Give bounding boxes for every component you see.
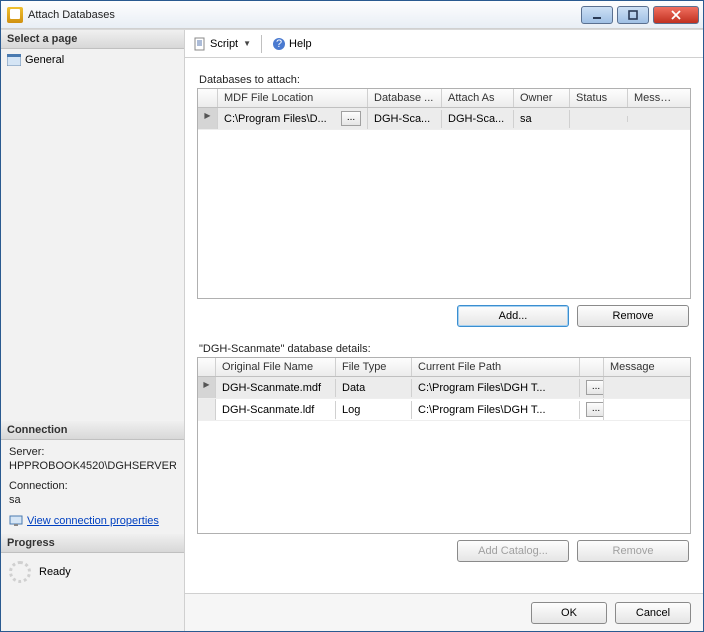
cell-dbname: DGH-Sca... <box>368 110 442 128</box>
ok-button[interactable]: OK <box>531 602 607 624</box>
left-panel: Select a page General Connection Server:… <box>1 30 185 631</box>
databases-to-attach-grid[interactable]: MDF File Location Database ... Attach As… <box>197 88 691 299</box>
browse-location-button[interactable]: ... <box>341 111 361 126</box>
table-row[interactable]: C:\Program Files\D... ... DGH-Sca... DGH… <box>198 108 690 130</box>
grid1-header-status[interactable]: Status <box>570 89 628 107</box>
progress-status: Ready <box>39 566 71 578</box>
svg-text:?: ? <box>276 38 282 50</box>
database-details-label: "DGH-Scanmate" database details: <box>199 343 691 355</box>
dialog-footer: OK Cancel <box>185 593 703 631</box>
grid1-header-owner[interactable]: Owner <box>514 89 570 107</box>
script-icon <box>193 37 207 51</box>
cell-attachas: DGH-Sca... <box>442 110 514 128</box>
table-row[interactable]: DGH-Scanmate.ldf Log C:\Program Files\DG… <box>198 399 690 421</box>
database-details-grid[interactable]: Original File Name File Type Current Fil… <box>197 357 691 534</box>
view-connection-properties-link[interactable]: View connection properties <box>27 515 159 527</box>
connection-label: Connection: <box>9 480 176 492</box>
add-database-button[interactable]: Add... <box>457 305 569 327</box>
progress-header: Progress <box>1 534 184 553</box>
table-row[interactable]: DGH-Scanmate.mdf Data C:\Program Files\D… <box>198 377 690 399</box>
cell-filepath: C:\Program Files\DGH T... <box>412 379 580 397</box>
server-label: Server: <box>9 446 176 458</box>
page-general[interactable]: General <box>7 53 178 67</box>
server-value: HPPROBOOK4520\DGHSERVER <box>9 460 176 472</box>
cell-filepath: C:\Program Files\DGH T... <box>412 401 580 419</box>
cell-owner: sa <box>514 110 570 128</box>
progress-spinner-icon <box>9 561 31 583</box>
row-selector[interactable] <box>198 377 216 398</box>
cancel-button[interactable]: Cancel <box>615 602 691 624</box>
connection-header: Connection <box>1 421 184 440</box>
grid2-header-btn <box>580 358 604 376</box>
select-page-header: Select a page <box>1 30 184 49</box>
cell-filename: DGH-Scanmate.ldf <box>216 401 336 419</box>
grid1-header-dbname[interactable]: Database ... <box>368 89 442 107</box>
help-icon: ? <box>272 37 286 51</box>
title-bar[interactable]: Attach Databases <box>1 1 703 29</box>
grid1-header-location[interactable]: MDF File Location <box>218 89 368 107</box>
cell-status <box>570 116 628 122</box>
grid2-header-name[interactable]: Original File Name <box>216 358 336 376</box>
app-icon <box>7 7 23 23</box>
close-button[interactable] <box>653 6 699 24</box>
attach-databases-window: Attach Databases Select a page General C… <box>0 0 704 632</box>
monitor-icon <box>9 514 23 528</box>
row-selector[interactable] <box>198 399 216 420</box>
maximize-button[interactable] <box>617 6 649 24</box>
right-panel: Script ▼ ? Help Databases to attach: MDF… <box>185 30 703 631</box>
browse-path-button[interactable]: ... <box>586 402 604 417</box>
row-selector[interactable] <box>198 108 218 129</box>
grid2-header-type[interactable]: File Type <box>336 358 412 376</box>
grid1-header-rowselector[interactable] <box>198 89 218 107</box>
cell-filemessage <box>604 407 684 413</box>
window-title: Attach Databases <box>28 9 581 21</box>
help-button[interactable]: ? Help <box>272 37 312 51</box>
grid2-header-path[interactable]: Current File Path <box>412 358 580 376</box>
cell-filetype: Log <box>336 401 412 419</box>
cell-message <box>628 116 680 122</box>
cell-filemessage <box>604 385 684 391</box>
databases-to-attach-label: Databases to attach: <box>199 74 691 86</box>
grid2-header-message[interactable]: Message <box>604 358 684 376</box>
add-catalog-button: Add Catalog... <box>457 540 569 562</box>
chevron-down-icon: ▼ <box>243 39 251 48</box>
minimize-button[interactable] <box>581 6 613 24</box>
cell-filetype: Data <box>336 379 412 397</box>
grid1-header-message[interactable]: Message <box>628 89 680 107</box>
page-icon <box>7 54 21 66</box>
page-general-label: General <box>25 54 64 66</box>
script-button[interactable]: Script ▼ <box>193 37 251 51</box>
remove-database-button[interactable]: Remove <box>577 305 689 327</box>
cell-location: C:\Program Files\D... <box>224 113 327 125</box>
remove-file-button: Remove <box>577 540 689 562</box>
separator <box>261 35 262 53</box>
cell-filename: DGH-Scanmate.mdf <box>216 379 336 397</box>
grid1-header-attachas[interactable]: Attach As <box>442 89 514 107</box>
grid2-header-rowselector <box>198 358 216 376</box>
toolbar: Script ▼ ? Help <box>185 30 703 58</box>
browse-path-button[interactable]: ... <box>586 380 604 395</box>
connection-value: sa <box>9 494 176 506</box>
